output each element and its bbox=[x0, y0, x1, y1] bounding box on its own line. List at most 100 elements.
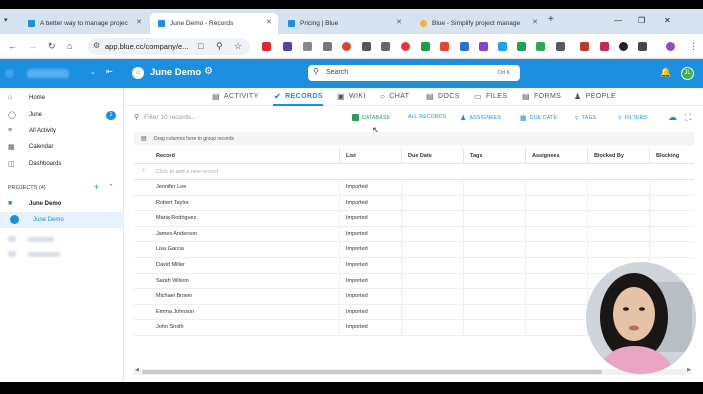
reload-icon[interactable]: ↻ bbox=[48, 41, 56, 51]
empty-cell[interactable] bbox=[526, 258, 588, 274]
empty-cell[interactable] bbox=[402, 180, 464, 196]
chevron-down-icon[interactable]: ⌄ bbox=[90, 68, 96, 76]
column-header-blocked-by[interactable]: Blocked By bbox=[588, 148, 650, 164]
tab-wiki[interactable]: ▣ WIKI bbox=[337, 92, 366, 101]
empty-cell[interactable] bbox=[650, 242, 694, 258]
sidebar-item-calendar[interactable]: ▦ Calendar bbox=[0, 139, 124, 155]
extension-icon[interactable] bbox=[421, 42, 430, 51]
extension-icon[interactable] bbox=[556, 42, 565, 51]
forward-icon[interactable]: → bbox=[28, 41, 37, 51]
empty-cell[interactable] bbox=[588, 195, 650, 212]
new-tab-icon[interactable]: + bbox=[548, 15, 554, 25]
empty-cell[interactable] bbox=[464, 195, 526, 212]
record-cell[interactable]: Sarah Wilson bbox=[134, 273, 340, 290]
filters-button[interactable]: ▿ FILTERS bbox=[618, 114, 647, 122]
empty-cell[interactable] bbox=[526, 320, 588, 336]
list-cell[interactable]: Imported bbox=[340, 273, 402, 290]
blurred-project[interactable] bbox=[28, 237, 54, 242]
address-bar[interactable]: ⚙ app.blue.cc/company/e... bbox=[88, 38, 250, 55]
tab-records[interactable]: ✔ RECORDS bbox=[274, 92, 323, 101]
extension-icon[interactable] bbox=[580, 42, 589, 51]
list-cell[interactable]: Imported bbox=[340, 211, 402, 227]
browser-tab-active[interactable]: June Demo - Records ✕ bbox=[150, 13, 278, 34]
close-tab-icon[interactable]: ✕ bbox=[266, 18, 272, 26]
empty-cell[interactable] bbox=[402, 195, 464, 212]
extension-icon[interactable] bbox=[303, 42, 312, 51]
column-header-record[interactable]: Record bbox=[134, 148, 340, 164]
sidebar-project-item-active[interactable]: June Demo bbox=[0, 212, 124, 228]
empty-cell[interactable] bbox=[526, 304, 588, 321]
column-header-due-date[interactable]: Due Date bbox=[402, 148, 464, 164]
zoom-icon[interactable]: ⚲ bbox=[216, 41, 223, 51]
empty-cell[interactable] bbox=[526, 273, 588, 290]
record-cell[interactable]: James Anderson bbox=[134, 226, 340, 243]
scroll-left-icon[interactable]: ◀ bbox=[135, 367, 139, 373]
empty-cell[interactable] bbox=[526, 289, 588, 305]
empty-cell[interactable] bbox=[402, 304, 464, 321]
empty-cell[interactable] bbox=[588, 211, 650, 227]
table-row[interactable]: James Anderson Imported bbox=[134, 226, 694, 243]
empty-cell[interactable] bbox=[464, 273, 526, 290]
export-icon[interactable]: ☁ bbox=[668, 112, 677, 123]
list-cell[interactable]: Imported bbox=[340, 320, 402, 336]
empty-cell[interactable] bbox=[650, 180, 694, 196]
extension-icon[interactable] bbox=[536, 42, 545, 51]
empty-cell[interactable] bbox=[650, 196, 694, 212]
empty-cell[interactable] bbox=[464, 226, 526, 243]
record-cell[interactable]: David Miller bbox=[134, 258, 340, 274]
puzzle-extensions-icon[interactable] bbox=[638, 42, 647, 51]
empty-cell[interactable] bbox=[402, 258, 464, 274]
fullscreen-icon[interactable]: ⛶ bbox=[685, 112, 691, 123]
scroll-right-icon[interactable]: ▶ bbox=[687, 367, 691, 373]
tags-button[interactable]: ▿ TAGS bbox=[575, 114, 596, 122]
list-cell[interactable]: Imported bbox=[340, 195, 402, 212]
close-tab-icon[interactable]: ✕ bbox=[396, 18, 402, 26]
table-row[interactable]: Lisa Garcia Imported bbox=[134, 242, 694, 258]
extension-icon[interactable] bbox=[517, 42, 526, 51]
tab-docs[interactable]: ▤ DOCS bbox=[426, 92, 460, 101]
sidebar-project-item[interactable]: ■ June Demo bbox=[0, 196, 124, 212]
empty-cell[interactable] bbox=[526, 180, 588, 196]
workspace-switcher[interactable] bbox=[27, 69, 69, 78]
extension-icon[interactable] bbox=[440, 42, 449, 51]
restore-icon[interactable]: ❐ bbox=[638, 16, 645, 25]
filter-input[interactable]: ⚲ Filter 10 records... bbox=[134, 113, 197, 121]
tab-forms[interactable]: ▤ FORMS bbox=[522, 92, 561, 101]
extension-icon[interactable] bbox=[479, 42, 488, 51]
record-cell[interactable]: Michael Brown bbox=[134, 289, 340, 305]
tab-files[interactable]: ▭ FILES bbox=[474, 92, 507, 101]
close-window-icon[interactable]: ✕ bbox=[664, 16, 671, 25]
tab-activity[interactable]: ▤ ACTIVITY bbox=[212, 92, 259, 101]
extension-icon[interactable] bbox=[619, 42, 628, 51]
empty-cell[interactable] bbox=[526, 195, 588, 212]
column-header-tags[interactable]: Tags bbox=[464, 148, 526, 164]
gear-icon[interactable]: ⚙ bbox=[204, 66, 213, 77]
sidebar-item-june[interactable]: ◯ June 1 bbox=[0, 107, 124, 123]
table-row[interactable]: Maria Rodriguez Imported bbox=[134, 211, 694, 227]
empty-cell[interactable] bbox=[464, 320, 526, 336]
bookmark-star-icon[interactable]: ☆ bbox=[234, 41, 242, 51]
extension-icon[interactable] bbox=[600, 42, 609, 51]
browser-tab[interactable]: A better way to manage projec ✕ bbox=[20, 13, 148, 34]
empty-cell[interactable] bbox=[402, 226, 464, 243]
empty-cell[interactable] bbox=[464, 304, 526, 321]
app-logo-icon[interactable] bbox=[5, 69, 14, 78]
record-cell[interactable]: Maria Rodriguez bbox=[134, 211, 340, 227]
empty-cell[interactable] bbox=[588, 242, 650, 258]
browser-tab[interactable]: Blue - Simplify project manage ✕ bbox=[412, 13, 544, 34]
chevron-up-icon[interactable]: ⌃ bbox=[108, 183, 114, 191]
sidebar-item-home[interactable]: ⌂ Home bbox=[0, 90, 124, 106]
due-date-button[interactable]: ▦ DUE DATE bbox=[520, 114, 557, 122]
empty-cell[interactable] bbox=[464, 289, 526, 305]
column-header-list[interactable]: List bbox=[340, 148, 402, 164]
tab-chat[interactable]: ○ CHAT bbox=[380, 92, 409, 101]
scrollbar-thumb[interactable] bbox=[142, 370, 602, 374]
table-row[interactable]: Jennifer Lee Imported bbox=[134, 180, 694, 196]
extension-icon[interactable] bbox=[381, 42, 390, 51]
list-cell[interactable]: Imported bbox=[340, 226, 402, 243]
extension-icon[interactable] bbox=[283, 42, 292, 51]
project-home-icon[interactable]: ⌂ bbox=[132, 67, 144, 79]
empty-cell[interactable] bbox=[402, 273, 464, 290]
profile-avatar-icon[interactable] bbox=[666, 42, 675, 51]
empty-cell[interactable] bbox=[464, 211, 526, 227]
